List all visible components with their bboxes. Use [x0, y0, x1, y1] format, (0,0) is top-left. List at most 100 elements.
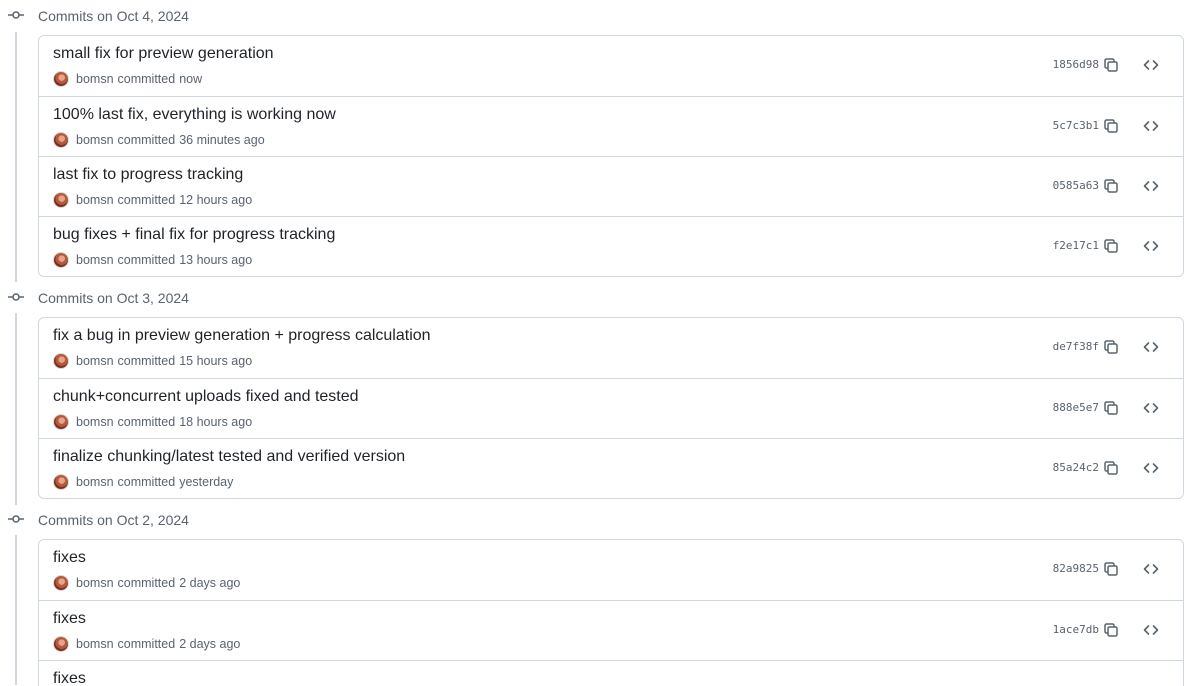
copy-icon[interactable]: [1101, 176, 1121, 196]
commit-meta: bomsn committed 2 days ago: [53, 574, 240, 592]
commit-time: yesterday: [179, 475, 234, 489]
copy-icon[interactable]: [1101, 398, 1121, 418]
commit-verb: committed: [117, 72, 176, 86]
commit-meta: bomsn committed yesterday: [53, 473, 233, 491]
commit-row: 100% last fix, everything is working now…: [39, 96, 1183, 156]
commit-verb: committed: [117, 475, 176, 489]
code-icon[interactable]: [1141, 559, 1161, 579]
author-link[interactable]: bomsn: [76, 193, 114, 207]
avatar[interactable]: [53, 353, 69, 369]
avatar[interactable]: [53, 414, 69, 430]
avatar[interactable]: [53, 636, 69, 652]
copy-icon[interactable]: [1101, 620, 1121, 640]
commit-group-title: Commits on Oct 4, 2024: [38, 8, 189, 24]
author-link[interactable]: bomsn: [76, 475, 114, 489]
commit-meta: bomsn committed 36 minutes ago: [53, 131, 265, 149]
commit-time: 12 hours ago: [179, 193, 253, 207]
commit-sha-link[interactable]: f2e17c1: [1053, 239, 1099, 252]
commit-group-title: Commits on Oct 2, 2024: [38, 512, 189, 528]
avatar[interactable]: [53, 252, 69, 268]
commit-row: fixes bomsn committed 2 days ago 82a9825: [39, 540, 1183, 600]
commit-time: 2 days ago: [179, 576, 241, 590]
commit-message-link[interactable]: fixes: [53, 670, 86, 686]
timeline-line: [15, 535, 17, 685]
commit-message-link[interactable]: bug fixes + final fix for progress track…: [53, 226, 335, 244]
commit-row: finalize chunking/latest tested and veri…: [39, 438, 1183, 498]
timeline-line: [15, 313, 17, 505]
commit-row: small fix for preview generation bomsn c…: [39, 36, 1183, 96]
commit-verb: committed: [117, 253, 176, 267]
avatar[interactable]: [53, 71, 69, 87]
copy-icon[interactable]: [1101, 236, 1121, 256]
commit-sha-link[interactable]: 82a9825: [1053, 562, 1099, 575]
code-icon[interactable]: [1141, 337, 1161, 357]
commit-sha-link[interactable]: de7f38f: [1053, 340, 1099, 353]
commit-row: fixes bomsn committed 2 days ago 1ace7db: [39, 600, 1183, 660]
avatar[interactable]: [53, 192, 69, 208]
commit-message-link[interactable]: last fix to progress tracking: [53, 166, 243, 184]
commit-message-link[interactable]: chunk+concurrent uploads fixed and teste…: [53, 388, 359, 406]
commit-verb: committed: [117, 637, 176, 651]
commit-verb: committed: [117, 133, 176, 147]
commit-meta: bomsn committed 18 hours ago: [53, 413, 252, 431]
commit-row: fixes: [39, 660, 1183, 686]
commit-message-link[interactable]: finalize chunking/latest tested and veri…: [53, 448, 405, 466]
code-icon[interactable]: [1141, 458, 1161, 478]
commit-message-link[interactable]: fixes: [53, 549, 86, 567]
code-icon[interactable]: [1141, 620, 1161, 640]
commit-meta: bomsn committed now: [53, 70, 202, 88]
commit-row: last fix to progress tracking bomsn comm…: [39, 156, 1183, 216]
commit-list: small fix for preview generation bomsn c…: [38, 35, 1184, 277]
commit-verb: committed: [117, 576, 176, 590]
author-link[interactable]: bomsn: [76, 133, 114, 147]
copy-icon[interactable]: [1101, 337, 1121, 357]
commit-sha-link[interactable]: 888e5e7: [1053, 401, 1099, 414]
avatar[interactable]: [53, 575, 69, 591]
commit-meta: bomsn committed 15 hours ago: [53, 352, 252, 370]
commit-message-link[interactable]: fixes: [53, 610, 86, 628]
git-commit-icon: [8, 289, 24, 305]
author-link[interactable]: bomsn: [76, 415, 114, 429]
commit-meta: bomsn committed 12 hours ago: [53, 191, 252, 209]
commit-message-link[interactable]: fix a bug in preview generation + progre…: [53, 327, 431, 345]
commit-verb: committed: [117, 193, 176, 207]
commit-row: fix a bug in preview generation + progre…: [39, 318, 1183, 378]
code-icon[interactable]: [1141, 176, 1161, 196]
author-link[interactable]: bomsn: [76, 354, 114, 368]
code-icon[interactable]: [1141, 398, 1161, 418]
commit-verb: committed: [117, 354, 176, 368]
commit-message-link[interactable]: small fix for preview generation: [53, 45, 274, 63]
commit-time: 15 hours ago: [179, 354, 253, 368]
commit-message-link[interactable]: 100% last fix, everything is working now: [53, 106, 336, 124]
commit-time: now: [179, 72, 203, 86]
code-icon[interactable]: [1141, 116, 1161, 136]
code-icon[interactable]: [1141, 236, 1161, 256]
commit-sha-link[interactable]: 0585a63: [1053, 179, 1099, 192]
copy-icon[interactable]: [1101, 116, 1121, 136]
commit-meta: bomsn committed 2 days ago: [53, 635, 240, 653]
avatar[interactable]: [53, 474, 69, 490]
timeline-line: [15, 32, 17, 282]
commit-time: 2 days ago: [179, 637, 241, 651]
author-link[interactable]: bomsn: [76, 253, 114, 267]
commit-time: 13 hours ago: [179, 253, 253, 267]
commit-row: chunk+concurrent uploads fixed and teste…: [39, 378, 1183, 438]
copy-icon[interactable]: [1101, 55, 1121, 75]
commit-sha-link[interactable]: 1ace7db: [1053, 623, 1099, 636]
commit-time: 18 hours ago: [179, 415, 253, 429]
commit-sha-link[interactable]: 1856d98: [1053, 58, 1099, 71]
commit-list: fixes bomsn committed 2 days ago 82a9825…: [38, 539, 1184, 686]
commit-meta: bomsn committed 13 hours ago: [53, 251, 252, 269]
commit-sha-link[interactable]: 85a24c2: [1053, 461, 1099, 474]
author-link[interactable]: bomsn: [76, 72, 114, 86]
copy-icon[interactable]: [1101, 458, 1121, 478]
author-link[interactable]: bomsn: [76, 637, 114, 651]
author-link[interactable]: bomsn: [76, 576, 114, 590]
code-icon[interactable]: [1141, 55, 1161, 75]
commit-time: 36 minutes ago: [179, 133, 265, 147]
commit-sha-link[interactable]: 5c7c3b1: [1053, 119, 1099, 132]
commit-verb: committed: [117, 415, 176, 429]
avatar[interactable]: [53, 132, 69, 148]
git-commit-icon: [8, 7, 24, 23]
copy-icon[interactable]: [1101, 559, 1121, 579]
